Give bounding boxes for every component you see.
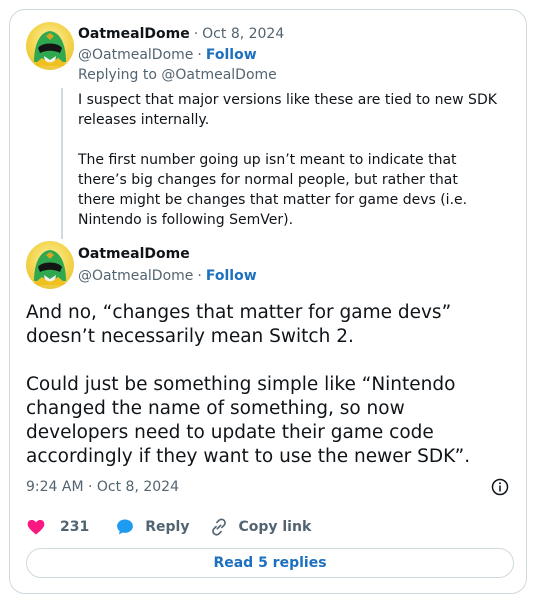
main-author-avatar[interactable] bbox=[26, 241, 74, 289]
reply-label: Reply bbox=[145, 519, 190, 535]
replying-to-label[interactable]: Replying to @OatmealDome bbox=[78, 67, 277, 83]
heart-icon bbox=[27, 519, 45, 535]
ranger-helmet-icon bbox=[32, 31, 68, 66]
parent-handle[interactable]: @OatmealDome bbox=[78, 47, 193, 63]
main-handle[interactable]: @OatmealDome bbox=[78, 268, 193, 284]
parent-date[interactable]: Oct 8, 2024 bbox=[202, 26, 284, 42]
main-post-text: And no, “changes that matter for game de… bbox=[26, 301, 506, 469]
main-display-name[interactable]: OatmealDome bbox=[78, 246, 190, 262]
parent-display-name[interactable]: OatmealDome bbox=[78, 26, 190, 42]
embedded-post-card: OatmealDome · Oct 8, 2024 @OatmealDome · Fol… bbox=[9, 9, 527, 594]
copy-link-button[interactable]: Copy link bbox=[209, 517, 311, 537]
main-paragraph-2: Could just be something simple like “Nin… bbox=[26, 374, 471, 467]
link-icon bbox=[212, 518, 227, 536]
parent-post-text: I suspect that major versions like these… bbox=[78, 90, 498, 230]
info-icon[interactable] bbox=[491, 478, 509, 496]
post-timestamp[interactable]: 9:24 AM · Oct 8, 2024 bbox=[26, 479, 179, 495]
main-follow-button[interactable]: Follow bbox=[206, 268, 257, 284]
ranger-helmet-icon bbox=[32, 250, 68, 285]
copy-link-label: Copy link bbox=[238, 519, 312, 535]
thread-connector-line bbox=[61, 88, 63, 239]
reply-bubble-icon bbox=[117, 519, 134, 535]
parent-follow-button[interactable]: Follow bbox=[206, 47, 257, 63]
post-actions-bar: 231 Reply Copy link bbox=[26, 517, 311, 537]
parent-paragraph-2: The first number going up isn’t meant to… bbox=[78, 152, 468, 228]
main-paragraph-1: And no, “changes that matter for game de… bbox=[26, 302, 452, 347]
reply-button[interactable]: Reply bbox=[115, 517, 189, 537]
parent-date-meta: · Oct 8, 2024 bbox=[193, 26, 285, 42]
parent-paragraph-1: I suspect that major versions like these… bbox=[78, 92, 497, 128]
parent-author-avatar[interactable] bbox=[26, 22, 74, 70]
like-button[interactable]: 231 bbox=[26, 517, 89, 537]
read-replies-button[interactable]: Read 5 replies bbox=[26, 548, 514, 578]
like-count: 231 bbox=[60, 519, 90, 535]
